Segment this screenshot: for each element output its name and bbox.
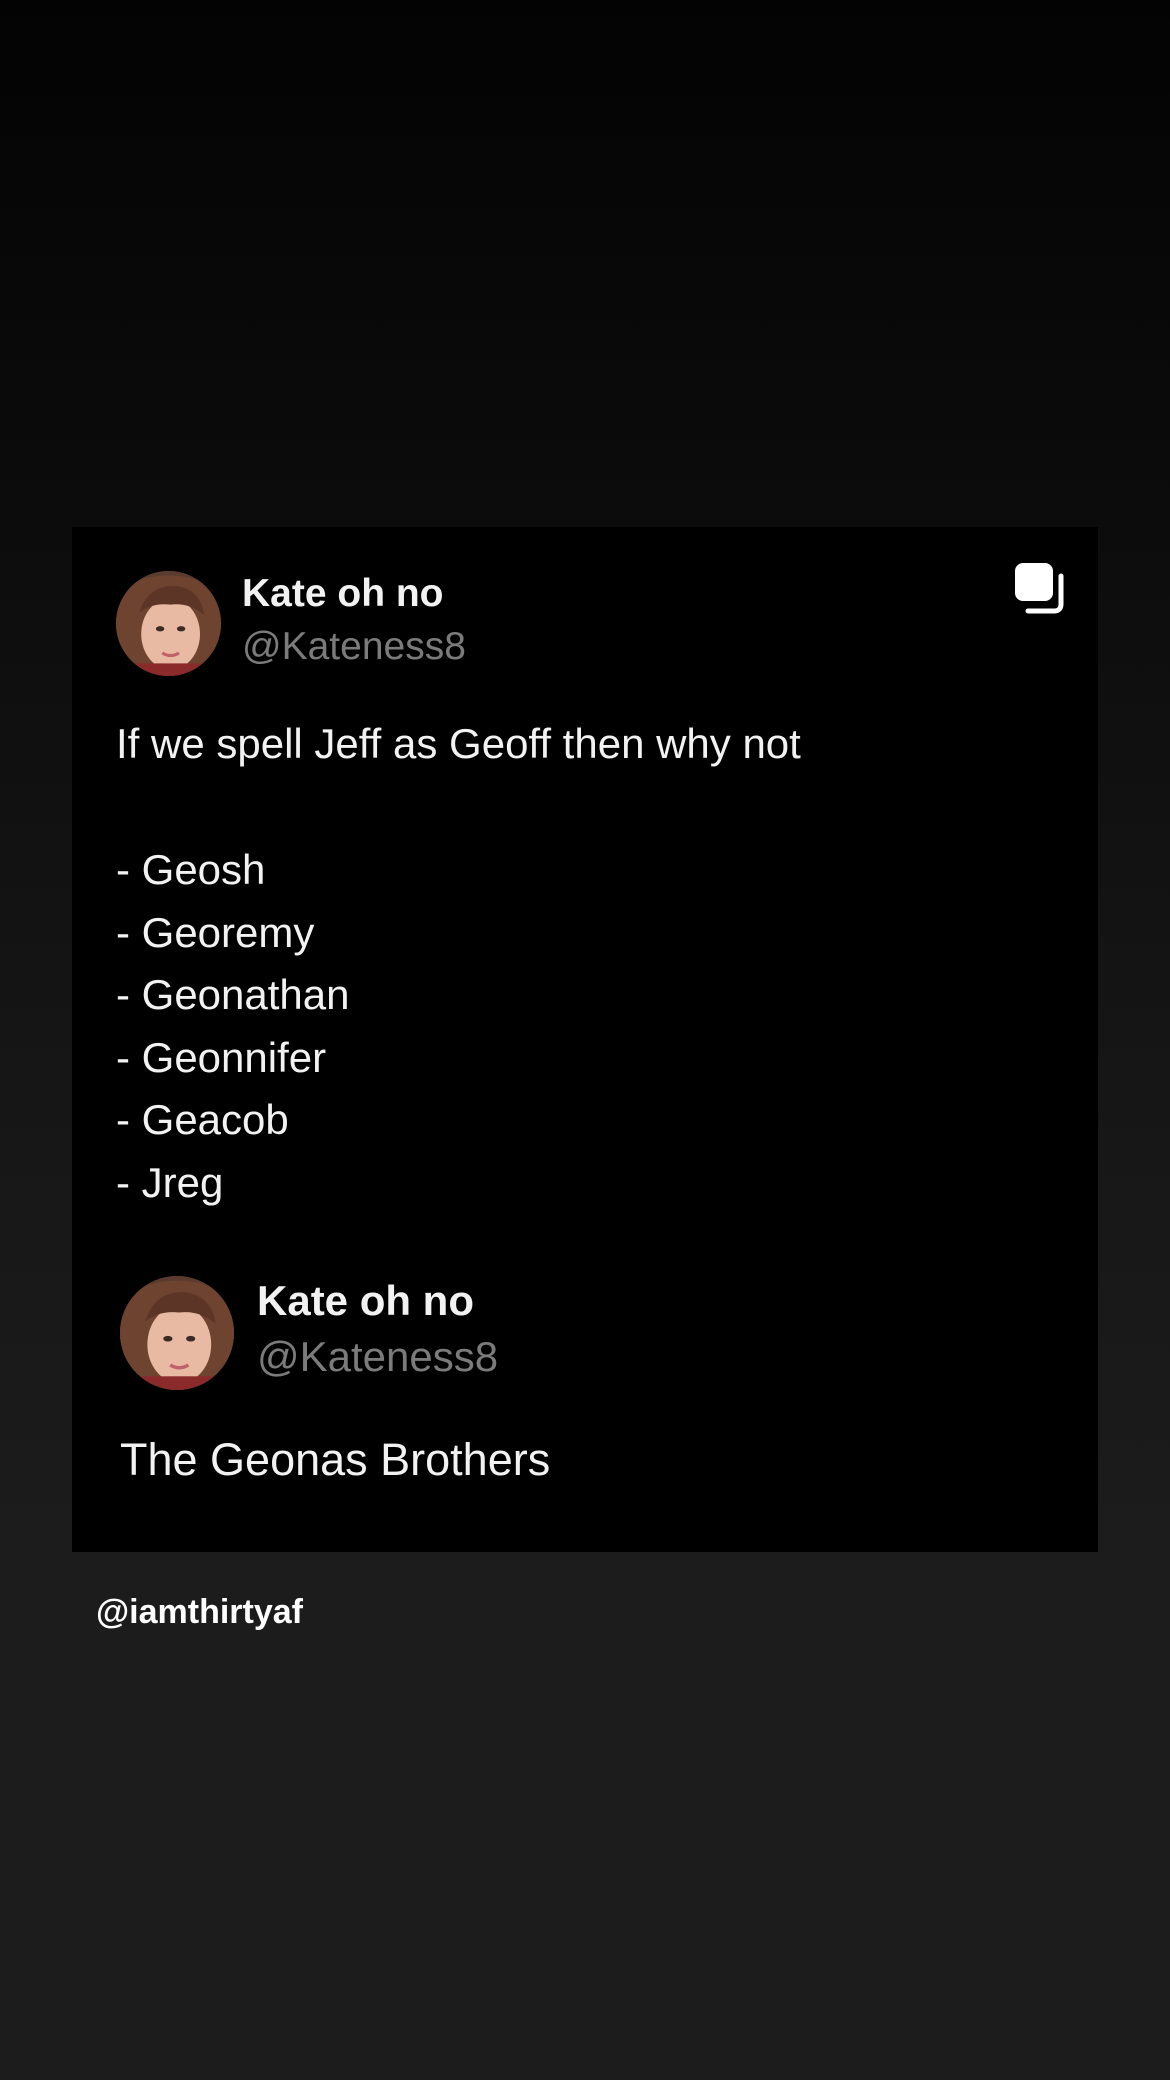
copy-icon <box>1015 563 1064 614</box>
tweet-text: If we spell Jeff as Geoff then why not <box>116 720 801 767</box>
author-name[interactable]: Kate oh no <box>257 1277 474 1325</box>
name-list: - Geosh - Georemy - Geonathan - Geonnife… <box>116 839 350 1215</box>
author-handle[interactable]: @Kateness8 <box>242 625 466 669</box>
avatar[interactable] <box>116 571 221 676</box>
avatar-photo <box>116 571 221 676</box>
list-item: - Geonathan <box>116 971 350 1019</box>
list-item: - Geosh <box>116 846 266 893</box>
avatar-photo <box>120 1276 234 1390</box>
tweet-text: The Geonas Brothers <box>120 1434 551 1485</box>
watermark-handle: @iamthirtyaf <box>96 1593 303 1631</box>
author-name[interactable]: Kate oh no <box>242 572 444 616</box>
author-handle[interactable]: @Kateness8 <box>257 1333 498 1381</box>
post-card: Kate oh no @Kateness8 If we spell Jeff a… <box>72 527 1098 1552</box>
list-item: - Jreg <box>116 1158 224 1206</box>
list-item: - Geacob <box>116 1096 289 1144</box>
list-item: - Geonnifer <box>116 1033 327 1081</box>
avatar[interactable] <box>120 1276 234 1390</box>
list-item: - Georemy <box>116 908 315 956</box>
